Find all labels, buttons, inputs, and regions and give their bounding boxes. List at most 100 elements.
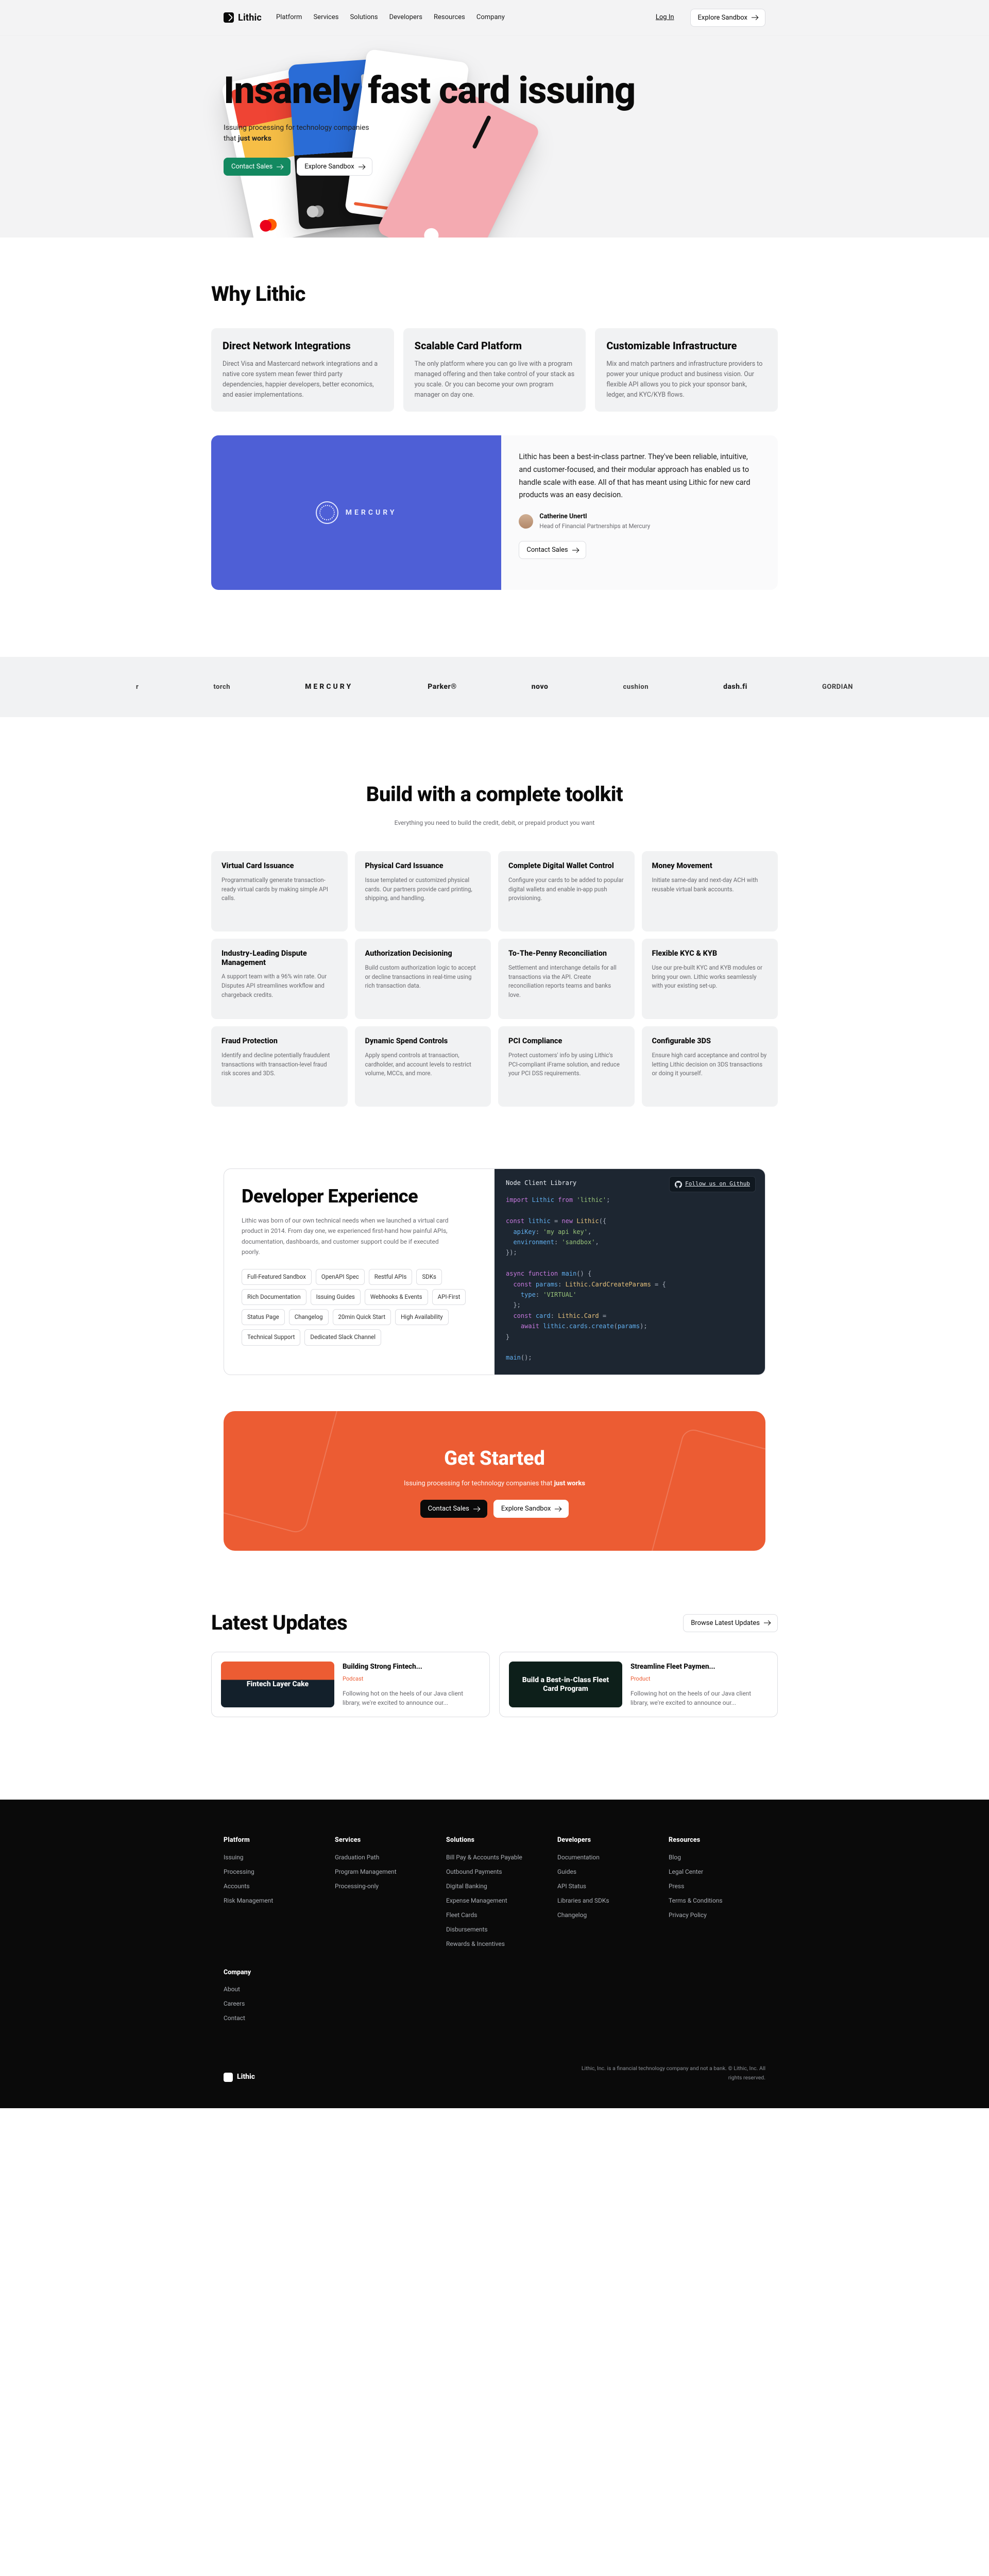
feature-chip: Changelog: [289, 1309, 329, 1325]
footer-link[interactable]: Graduation Path: [335, 1853, 432, 1862]
footer-link[interactable]: Rewards & Incentives: [446, 1939, 543, 1948]
toolkit-card: Complete Digital Wallet ControlConfigure…: [498, 851, 635, 931]
footer-link[interactable]: Libraries and SDKs: [557, 1896, 654, 1905]
footer-link[interactable]: Digital Banking: [446, 1882, 543, 1891]
toolkit-card-title: Flexible KYC & KYB: [652, 949, 768, 958]
browse-updates-button[interactable]: Browse Latest Updates: [683, 1614, 778, 1632]
footer-column-heading: Company: [224, 1968, 765, 1978]
footer-column: Solutions Bill Pay & Accounts Payable Outb…: [446, 1836, 543, 1954]
nav-link-resources[interactable]: Resources: [434, 12, 465, 23]
code-tab[interactable]: Node Client Library: [506, 1179, 576, 1187]
footer-link[interactable]: Contact: [224, 2013, 765, 2023]
cta-subtitle: Issuing processing for technology compan…: [236, 1479, 753, 1489]
feature-chip: Issuing Guides: [311, 1289, 361, 1305]
github-follow-button[interactable]: Follow us on Github: [669, 1176, 756, 1192]
footer-disclaimer: Lithic, Inc. is a financial technology c…: [580, 2064, 765, 2082]
footer-link[interactable]: Terms & Conditions: [669, 1896, 765, 1905]
footer-link[interactable]: Legal Center: [669, 1867, 765, 1876]
site-footer: Platform Issuing Processing Accounts Risk Ma…: [0, 1800, 989, 2108]
why-card-body: Direct Visa and Mastercard network integ…: [223, 359, 383, 400]
logo-strip: r torch MERCURY Parker® novo cushion das…: [0, 657, 989, 717]
footer-column-heading: Services: [335, 1836, 432, 1845]
toolkit-card: Money MovementInitiate same-day and next…: [642, 851, 778, 931]
feature-chip: 20min Quick Start: [333, 1309, 391, 1325]
footer-link[interactable]: About: [224, 1985, 765, 1994]
toolkit-card-title: Complete Digital Wallet Control: [508, 861, 624, 870]
testimonial-card: MERCURY Lithic has been a best-in-class …: [211, 435, 778, 590]
footer-link[interactable]: Issuing: [224, 1853, 320, 1862]
footer-column-heading: Resources: [669, 1836, 765, 1845]
updates-heading: Latest Updates: [211, 1607, 347, 1638]
testimonial-contact-sales-button[interactable]: Contact Sales: [519, 541, 586, 559]
toolkit-card: Configurable 3DSEnsure high card accepta…: [642, 1026, 778, 1107]
explore-sandbox-button[interactable]: Explore Sandbox: [690, 9, 765, 27]
footer-link[interactable]: API Status: [557, 1882, 654, 1891]
update-card[interactable]: Fintech Layer Cake Building Strong Finte…: [211, 1652, 490, 1717]
footer-link[interactable]: Risk Management: [224, 1896, 320, 1905]
footer-link[interactable]: Disbursements: [446, 1925, 543, 1934]
feature-chip: SDKs: [416, 1269, 442, 1285]
footer-column-heading: Platform: [224, 1836, 320, 1845]
footer-link[interactable]: Program Management: [335, 1867, 432, 1876]
why-card-title: Direct Network Integrations: [223, 340, 383, 352]
footer-link[interactable]: Press: [669, 1882, 765, 1891]
partner-logo: GORDIAN: [822, 682, 853, 692]
update-thumb: Build a Best-in-Class Fleet Card Program: [509, 1662, 622, 1707]
footer-link[interactable]: Outbound Payments: [446, 1867, 543, 1876]
footer-link[interactable]: Expense Management: [446, 1896, 543, 1905]
update-body: Following hot on the heels of our Java c…: [630, 1689, 768, 1707]
footer-link[interactable]: Documentation: [557, 1853, 654, 1862]
toolkit-card-title: PCI Compliance: [508, 1037, 624, 1045]
toolkit-card-title: Physical Card Issuance: [365, 861, 481, 870]
update-title: Streamline Fleet Paymen...: [630, 1662, 768, 1672]
footer-link[interactable]: Privacy Policy: [669, 1910, 765, 1920]
toolkit-card-title: Industry-Leading Dispute Management: [221, 949, 337, 967]
footer-link[interactable]: Fleet Cards: [446, 1910, 543, 1920]
footer-link[interactable]: Accounts: [224, 1882, 320, 1891]
footer-link[interactable]: Guides: [557, 1867, 654, 1876]
arrow-right-icon: [359, 165, 365, 169]
dev-heading: Developer Experience: [242, 1187, 477, 1207]
footer-link[interactable]: Blog: [669, 1853, 765, 1862]
arrow-right-icon: [473, 1507, 480, 1511]
testimonial-brand-panel: MERCURY: [211, 435, 501, 590]
cta-explore-sandbox-button[interactable]: Explore Sandbox: [493, 1500, 569, 1518]
latest-updates-section: Latest Updates Browse Latest Updates Fin…: [211, 1587, 778, 1779]
footer-link[interactable]: Bill Pay & Accounts Payable: [446, 1853, 543, 1862]
footer-column-heading: Solutions: [446, 1836, 543, 1845]
nav-link-solutions[interactable]: Solutions: [350, 12, 378, 23]
why-card-customizable: Customizable Infrastructure Mix and matc…: [595, 328, 778, 412]
nav-link-company[interactable]: Company: [476, 12, 505, 23]
update-thumb: Fintech Layer Cake: [221, 1662, 334, 1707]
arrow-right-icon: [277, 165, 283, 169]
footer-link[interactable]: Changelog: [557, 1910, 654, 1920]
footer-link[interactable]: Careers: [224, 1999, 765, 2008]
toolkit-card-title: Fraud Protection: [221, 1037, 337, 1045]
footer-link[interactable]: Processing: [224, 1867, 320, 1876]
footer-column: Services Graduation Path Program Managemen…: [335, 1836, 432, 1954]
brand-logo[interactable]: Lithic: [224, 11, 262, 25]
feature-chip: Status Page: [242, 1309, 285, 1325]
nav-link-services[interactable]: Services: [313, 12, 338, 23]
toolkit-card-title: Dynamic Spend Controls: [365, 1037, 481, 1045]
hero-subtitle: Issuing processing for technology compan…: [224, 123, 378, 144]
nav-link-platform[interactable]: Platform: [276, 12, 302, 23]
toolkit-heading: Build with a complete toolkit: [211, 779, 778, 810]
hero-explore-sandbox-button[interactable]: Explore Sandbox: [297, 158, 372, 176]
feature-chip: Technical Support: [242, 1329, 300, 1345]
cta-contact-sales-button[interactable]: Contact Sales: [420, 1500, 487, 1518]
hero-contact-sales-button[interactable]: Contact Sales: [224, 158, 291, 176]
partner-logo: torch: [213, 682, 230, 692]
footer-logo[interactable]: Lithic: [224, 2072, 255, 2082]
arrow-right-icon: [764, 1621, 770, 1625]
toolkit-card-body: Settlement and interchange details for a…: [508, 963, 624, 1000]
why-card-body: Mix and match partners and infrastructur…: [606, 359, 766, 400]
login-link[interactable]: Log In: [648, 7, 682, 28]
toolkit-card-body: Build custom authorization logic to acce…: [365, 963, 481, 991]
footer-column: DevelopersDocumentationGuidesAPI StatusL…: [557, 1836, 654, 1954]
nav-link-developers[interactable]: Developers: [389, 12, 422, 23]
update-card[interactable]: Build a Best-in-Class Fleet Card Program…: [499, 1652, 778, 1717]
hero-section: Insanely fast card issuing Issuing proce…: [0, 36, 989, 238]
footer-link[interactable]: Processing-only: [335, 1882, 432, 1891]
nav-bar: Lithic Platform Services Solutions Devel…: [0, 0, 989, 36]
